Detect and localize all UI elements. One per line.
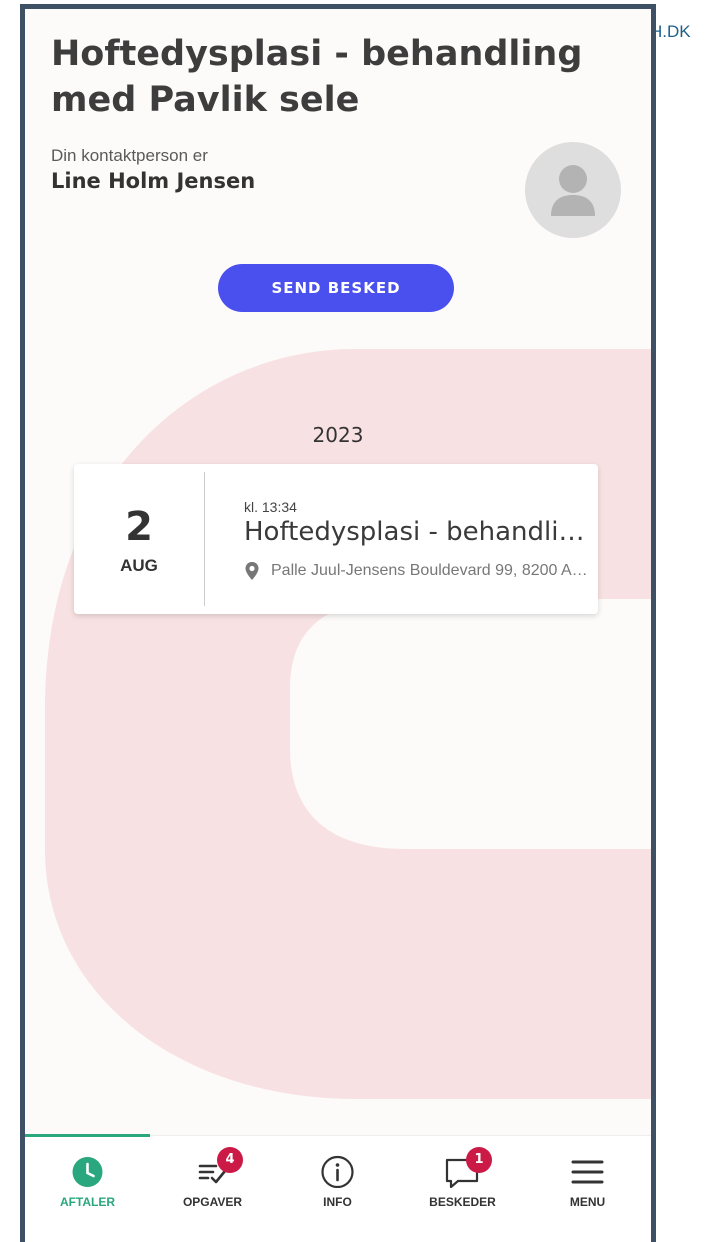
nav-item-beskeder[interactable]: 1 BESKEDER — [400, 1136, 525, 1242]
card-divider — [204, 472, 205, 606]
location-pin-icon — [245, 562, 259, 580]
nav-item-menu[interactable]: MENU — [525, 1136, 650, 1242]
nav-item-aftaler[interactable]: AFTALER — [25, 1136, 150, 1242]
menu-icon — [571, 1160, 604, 1184]
message-icon — [445, 1158, 479, 1188]
nav-item-info[interactable]: INFO — [275, 1136, 400, 1242]
year-heading: 2023 — [312, 423, 364, 447]
appointment-month: AUG — [120, 556, 158, 575]
appointment-location: Palle Juul-Jensens Bouldevard 99, 8200 A… — [244, 561, 589, 583]
send-message-button[interactable]: SEND BESKED — [218, 264, 454, 312]
appointment-card[interactable]: 2 AUG kl. 13:34 Hoftedysplasi - behandli… — [74, 464, 598, 614]
contact-label: Din kontaktperson er — [51, 146, 208, 165]
nav-label-info: INFO — [323, 1195, 352, 1209]
phone-frame: Hoftedysplasi - behandling med Pavlik se… — [20, 4, 656, 1242]
avatar[interactable] — [525, 142, 621, 238]
nav-label-menu: MENU — [569, 1195, 606, 1209]
external-link[interactable]: H.DK — [650, 22, 691, 42]
appointment-date: 2 AUG — [74, 464, 204, 614]
contact-name: Line Holm Jensen — [51, 169, 256, 193]
appointment-address: Palle Juul-Jensens Bouldevard 99, 8200 A… — [271, 562, 589, 579]
page-title: Hoftedysplasi - behandling med Pavlik se… — [51, 34, 583, 120]
beskeder-badge: 1 — [466, 1147, 492, 1173]
nav-label-opgaver: OPGAVER — [182, 1195, 243, 1209]
opgaver-badge: 4 — [217, 1147, 243, 1173]
person-icon — [551, 165, 595, 216]
bottom-navigation: AFTALER 4 OPGAVER INFO 1 BESKEDER MENU — [25, 1134, 651, 1242]
nav-item-opgaver[interactable]: 4 OPGAVER — [150, 1136, 275, 1242]
appointment-time: kl. 13:34 — [244, 499, 297, 515]
clock-icon — [72, 1157, 103, 1187]
info-icon — [321, 1155, 354, 1188]
tasks-icon — [198, 1164, 227, 1184]
nav-label-beskeder: BESKEDER — [429, 1195, 496, 1209]
appointment-day: 2 — [125, 504, 153, 550]
appointment-title: Hoftedysplasi - behandling med Pavlik se… — [244, 517, 589, 547]
nav-label-aftaler: AFTALER — [59, 1195, 116, 1209]
